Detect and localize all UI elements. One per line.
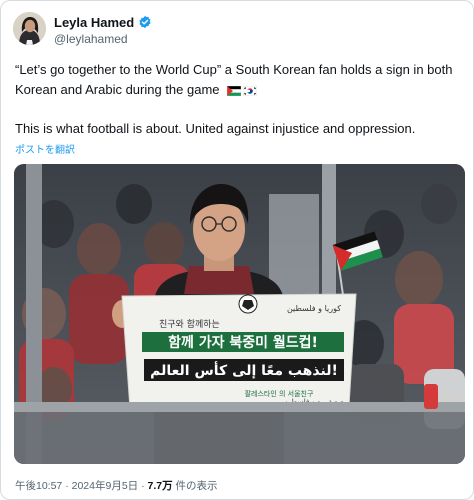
tweet-photo[interactable]: 친구와 함께하는 كوريا و فلسطين 함께 가자 북중미 월드컵! ل… — [14, 164, 465, 464]
author-avatar[interactable] — [13, 12, 46, 45]
tweet-card: Leyla Hamed @leylahamed “Let’s go togeth… — [0, 0, 474, 500]
tweet-text-paragraph-2: This is what football is about. United a… — [15, 121, 416, 136]
author-name-row: Leyla Hamed — [54, 14, 152, 30]
author-display-name[interactable]: Leyla Hamed — [54, 15, 134, 30]
south-korea-flag-icon — [243, 86, 258, 96]
tweet-text-paragraph-1: “Let’s go together to the World Cup” a S… — [15, 60, 465, 100]
sign-korean-top: 친구와 함께하는 — [159, 318, 220, 330]
views-count: 7.7万 — [147, 480, 173, 492]
tweet-meta: 午後10:57 · 2024年9月5日 · 7.7万 件の表示 — [15, 478, 218, 493]
tweet-date[interactable]: 2024年9月5日 — [72, 480, 139, 492]
author-handle[interactable]: @leylahamed — [54, 32, 128, 46]
profile-photo-icon — [13, 12, 46, 45]
sign-korean-bottom: 팔레스타인 의 서울친구 — [245, 389, 314, 398]
views-label: 件の表示 — [175, 480, 218, 492]
sign-arabic-top: كوريا و فلسطين — [287, 304, 341, 313]
sign-arabic-main: لنذهب معًا إلى كأس العالم! — [150, 361, 338, 379]
verified-badge-icon — [139, 15, 151, 29]
stadium-fan-photo: 친구와 함께하는 كوريا و فلسطين 함께 가자 북중미 월드컵! ل… — [14, 164, 465, 464]
palestine-flag-icon — [227, 86, 242, 96]
translate-post-link[interactable]: ポストを翻訳 — [15, 141, 75, 156]
tweet-time[interactable]: 午後10:57 — [15, 480, 62, 492]
sign-korean-main: 함께 가자 북중미 월드컵! — [168, 334, 318, 351]
